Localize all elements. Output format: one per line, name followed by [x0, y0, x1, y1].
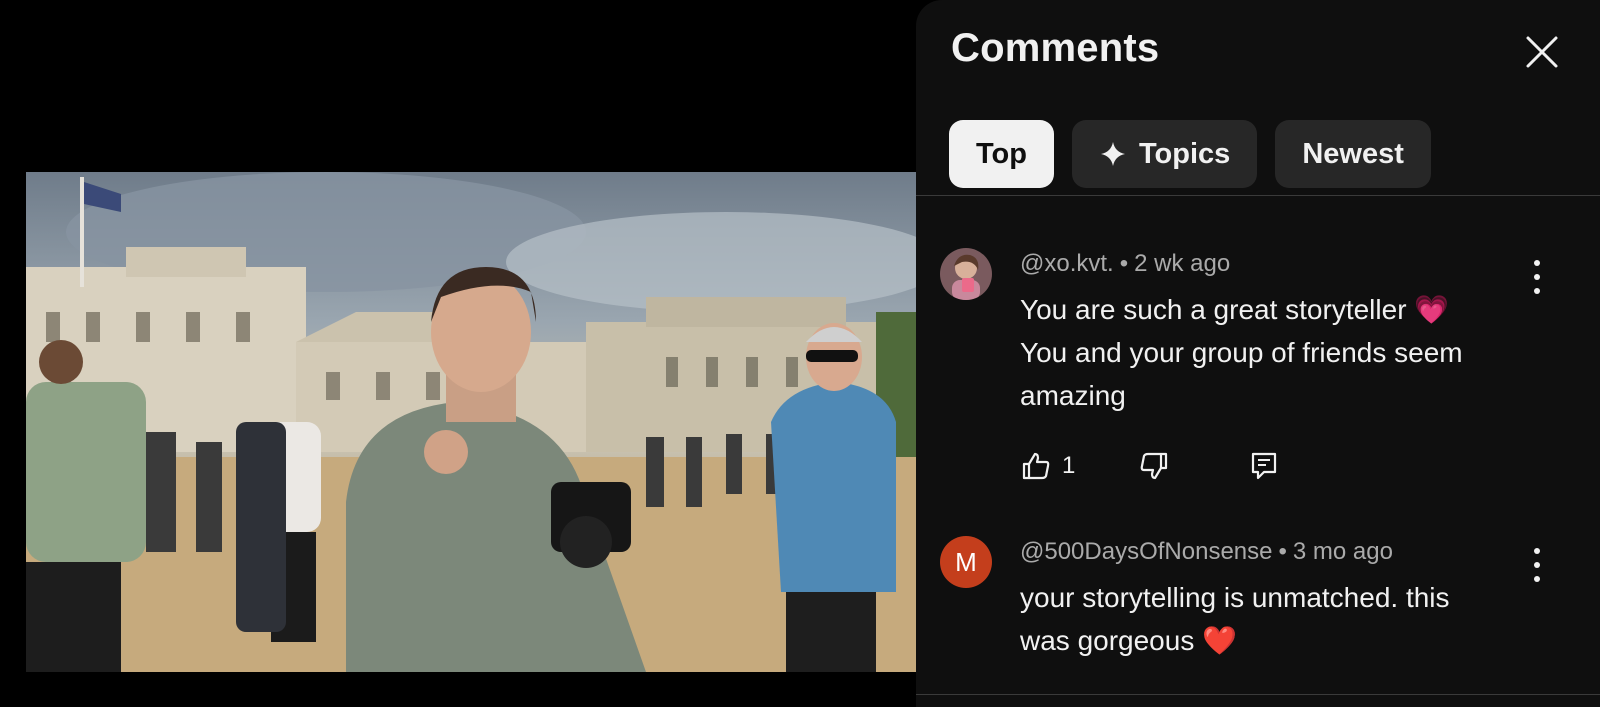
reply-icon [1251, 452, 1277, 480]
close-button[interactable] [1522, 32, 1562, 72]
more-vert-icon [1534, 548, 1540, 554]
divider [916, 694, 1600, 695]
close-icon [1526, 36, 1558, 68]
more-options-button[interactable] [1525, 260, 1549, 294]
like-button[interactable]: 1 [1020, 446, 1075, 486]
more-options-button[interactable] [1525, 548, 1549, 582]
comment-item: M @500DaysOfNonsense • 3 mo ago your story… [940, 536, 1580, 676]
comment-item: @xo.kvt. • 2 wk ago You are such a great s… [940, 248, 1580, 508]
video-frame[interactable] [26, 172, 920, 672]
video-player[interactable] [0, 0, 920, 707]
comment-text-line: your storytelling is unmatched. this [1020, 582, 1450, 613]
comment-author[interactable]: @xo.kvt. [1020, 250, 1114, 277]
comments-panel: Comments Top Topics Newest @xo.kvt. • 2 … [916, 0, 1600, 707]
comment-actions: 1 [1020, 446, 1420, 486]
panel-title: Comments [951, 26, 1160, 70]
dislike-button[interactable] [1138, 446, 1170, 486]
comment-text: You are such a great storyteller 💗 You a… [1020, 288, 1540, 417]
reply-button[interactable] [1248, 446, 1280, 486]
avatar[interactable]: M [940, 536, 992, 588]
divider [916, 195, 1600, 196]
chip-newest[interactable]: Newest [1275, 120, 1431, 188]
like-count: 1 [1062, 452, 1076, 479]
comment-age: 2 wk ago [1134, 250, 1231, 277]
comment-meta: @xo.kvt. • 2 wk ago [1020, 250, 1231, 277]
comment-text-line: You and your group of friends seem [1020, 337, 1463, 368]
avatar[interactable] [940, 248, 992, 300]
comment-author[interactable]: @500DaysOfNonsense [1020, 538, 1273, 565]
chip-top[interactable]: Top [949, 120, 1054, 188]
thumbs-down-icon [1140, 452, 1168, 480]
comment-text-line: You are such a great storyteller 💗 [1020, 294, 1450, 325]
chip-top-label: Top [976, 137, 1027, 170]
sparkle-icon [1099, 140, 1127, 168]
chip-topics-label: Topics [1139, 137, 1231, 170]
comment-age: 3 mo ago [1292, 538, 1393, 565]
chip-topics[interactable]: Topics [1072, 120, 1258, 188]
comment-text-line: was gorgeous ❤️ [1020, 625, 1237, 656]
video-still [26, 172, 920, 672]
chip-newest-label: Newest [1302, 137, 1404, 170]
thumbs-up-icon [1022, 452, 1050, 480]
comment-text: your storytelling is unmatched. this was… [1020, 576, 1540, 662]
comment-meta: @500DaysOfNonsense • 3 mo ago [1020, 538, 1393, 565]
sort-chips: Top Topics Newest [949, 120, 1431, 188]
more-vert-icon [1534, 260, 1540, 266]
comment-text-line: amazing [1020, 380, 1126, 411]
